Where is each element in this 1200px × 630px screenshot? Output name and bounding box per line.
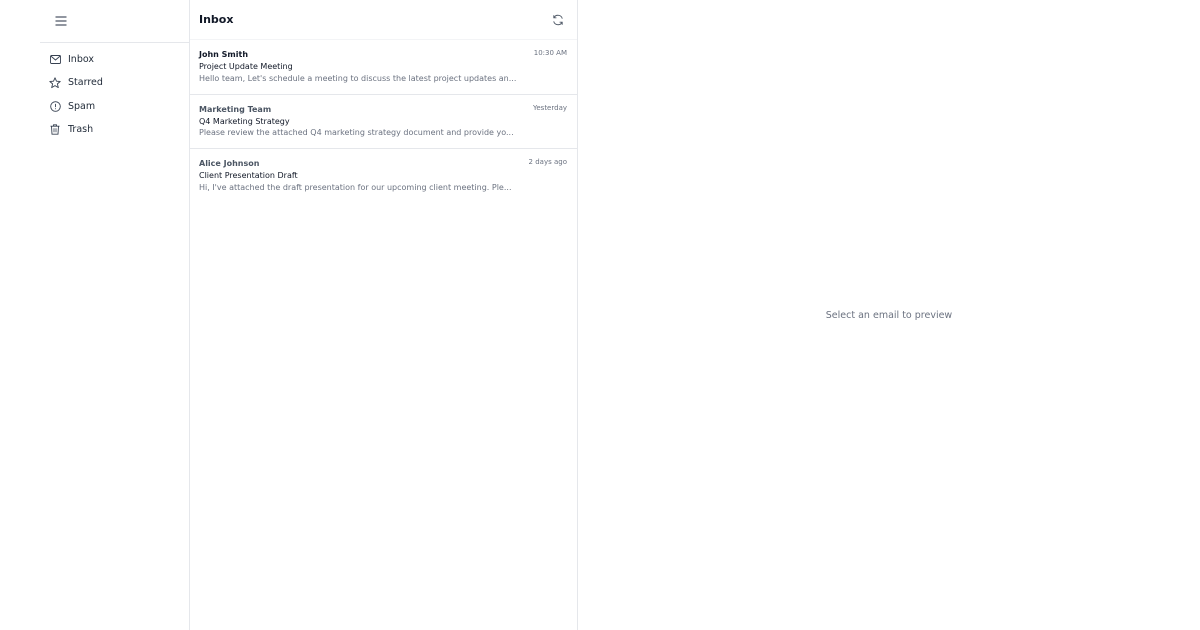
alert-circle-icon [49, 100, 61, 112]
email-list-item[interactable]: John Smith 10:30 AM Project Update Meeti… [190, 40, 577, 95]
email-subject: Project Update Meeting [199, 62, 293, 71]
sidebar-item-starred[interactable]: Starred [40, 71, 189, 94]
mail-icon [49, 54, 61, 66]
menu-button[interactable] [50, 11, 72, 31]
email-subject: Client Presentation Draft [199, 171, 298, 180]
mail-app: Inbox Starred Spam Trash Inbox John Smit… [0, 0, 1200, 630]
refresh-button[interactable] [548, 10, 568, 30]
email-time: 2 days ago [528, 158, 567, 166]
email-subject: Q4 Marketing Strategy [199, 116, 290, 126]
email-time: 10:30 AM [533, 49, 567, 57]
email-time: Yesterday [533, 103, 567, 112]
sidebar-item-label: Trash [68, 124, 94, 136]
email-list-item[interactable]: Marketing Team Yesterday Q4 Marketing St… [190, 95, 577, 149]
email-list-pane: Inbox John Smith 10:30 AM Project Update… [189, 0, 578, 630]
email-snippet: Please review the attached Q4 marketing … [199, 128, 514, 137]
sidebar: Inbox Starred Spam Trash [40, 0, 189, 630]
email-list-header: Inbox [190, 0, 577, 40]
email-list-item[interactable]: Alice Johnson 2 days ago Client Presenta… [190, 149, 577, 204]
email-snippet: Hi, I've attached the draft presentation… [199, 182, 512, 192]
email-snippet: Hello team, Let's schedule a meeting to … [199, 73, 517, 83]
sidebar-header [40, 0, 189, 43]
sidebar-item-inbox[interactable]: Inbox [40, 48, 189, 71]
refresh-icon [553, 14, 563, 25]
email-preview-pane: Select an email to preview [578, 0, 1200, 630]
email-sender: John Smith [199, 50, 249, 59]
sidebar-nav: Inbox Starred Spam Trash [40, 43, 189, 141]
sidebar-item-trash[interactable]: Trash [40, 118, 189, 141]
email-sender: Marketing Team [199, 104, 272, 114]
page-title: Inbox [199, 13, 234, 26]
sidebar-item-label: Spam [68, 100, 96, 112]
sidebar-item-spam[interactable]: Spam [40, 95, 189, 118]
email-sender: Alice Johnson [199, 159, 260, 168]
hamburger-icon [55, 16, 67, 26]
preview-empty-message: Select an email to preview [825, 309, 953, 321]
trash-icon [49, 124, 61, 136]
star-icon [49, 77, 61, 89]
sidebar-item-label: Starred [68, 77, 103, 89]
sidebar-item-label: Inbox [68, 54, 94, 66]
